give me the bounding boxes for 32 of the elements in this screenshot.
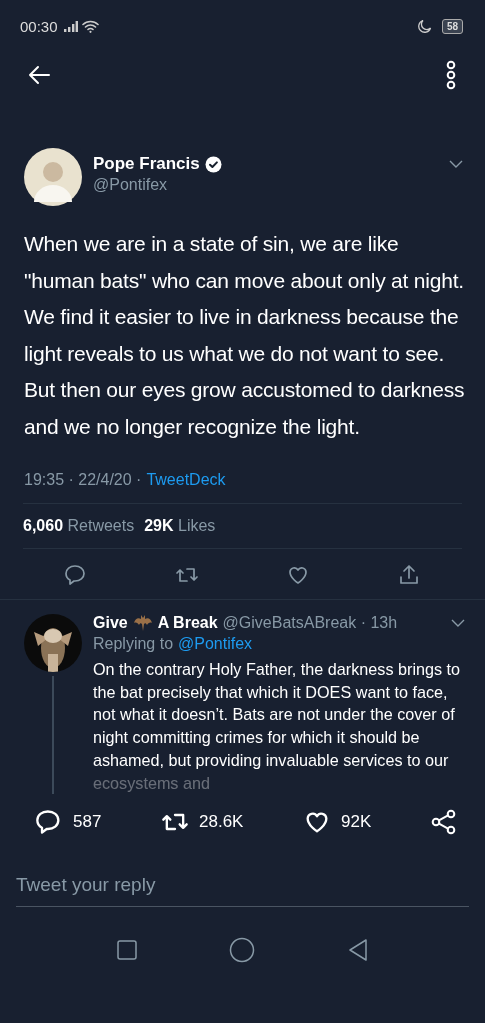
stat-count[interactable]: 29K Likes bbox=[144, 517, 216, 535]
share-icon[interactable] bbox=[431, 809, 457, 836]
author-handle: @GiveBatsABreak · 13h bbox=[222, 614, 399, 632]
battery-indicator: 58 bbox=[441, 18, 463, 34]
wifi-icon bbox=[81, 19, 99, 33]
dropdown-caret-icon[interactable] bbox=[449, 160, 463, 168]
author-name: A Break bbox=[157, 614, 218, 632]
back-arrow-icon[interactable] bbox=[27, 65, 51, 85]
mention-link[interactable]: @Pontifex bbox=[178, 635, 253, 653]
author-name: Give bbox=[93, 614, 128, 632]
dropdown-caret-icon[interactable] bbox=[451, 619, 465, 627]
clock: 00:30 bbox=[20, 17, 58, 35]
reply-input-field[interactable]: Tweet your reply bbox=[16, 874, 469, 908]
signal-icon bbox=[63, 20, 78, 32]
retweet-count: 28.6K bbox=[199, 812, 244, 833]
more-options-icon[interactable] bbox=[445, 60, 457, 90]
back-icon[interactable] bbox=[347, 938, 370, 963]
tweet-timestamp: 19:35 · 22/4/20 · bbox=[24, 471, 142, 489]
reply-count: 587 bbox=[73, 812, 102, 833]
author-handle: @Pontifex bbox=[93, 176, 169, 194]
like-count: 92K bbox=[341, 812, 372, 833]
reply-icon[interactable] bbox=[63, 563, 88, 587]
avatar bbox=[24, 148, 82, 206]
home-icon[interactable] bbox=[229, 937, 256, 964]
replying-label: Replying to bbox=[93, 635, 174, 653]
reply-text: On the contrary Holy Father, the darkness brings to the bat precisely that which it DOES want to face, not what it doesn’t. Bats are not under the cover of night committing crimes for which it should be ashamed, but providing invaluable services to our ecosystems and bbox=[93, 659, 462, 794]
recent-apps-icon[interactable] bbox=[115, 939, 138, 962]
author-name: Pope Francis bbox=[93, 154, 200, 174]
tweet-text: When we are in a state of sin, we are like "human bats" who can move about only at night. We find it easier to live in darkness because the light reveals to us what we do not want to see. But then our eyes grow accustomed to darkness and we no longer recognize the light. bbox=[24, 231, 465, 440]
source-link[interactable]: TweetDeck bbox=[146, 471, 226, 489]
stat-count[interactable]: 6,060 Retweets bbox=[23, 517, 135, 535]
moon-icon bbox=[417, 19, 432, 33]
